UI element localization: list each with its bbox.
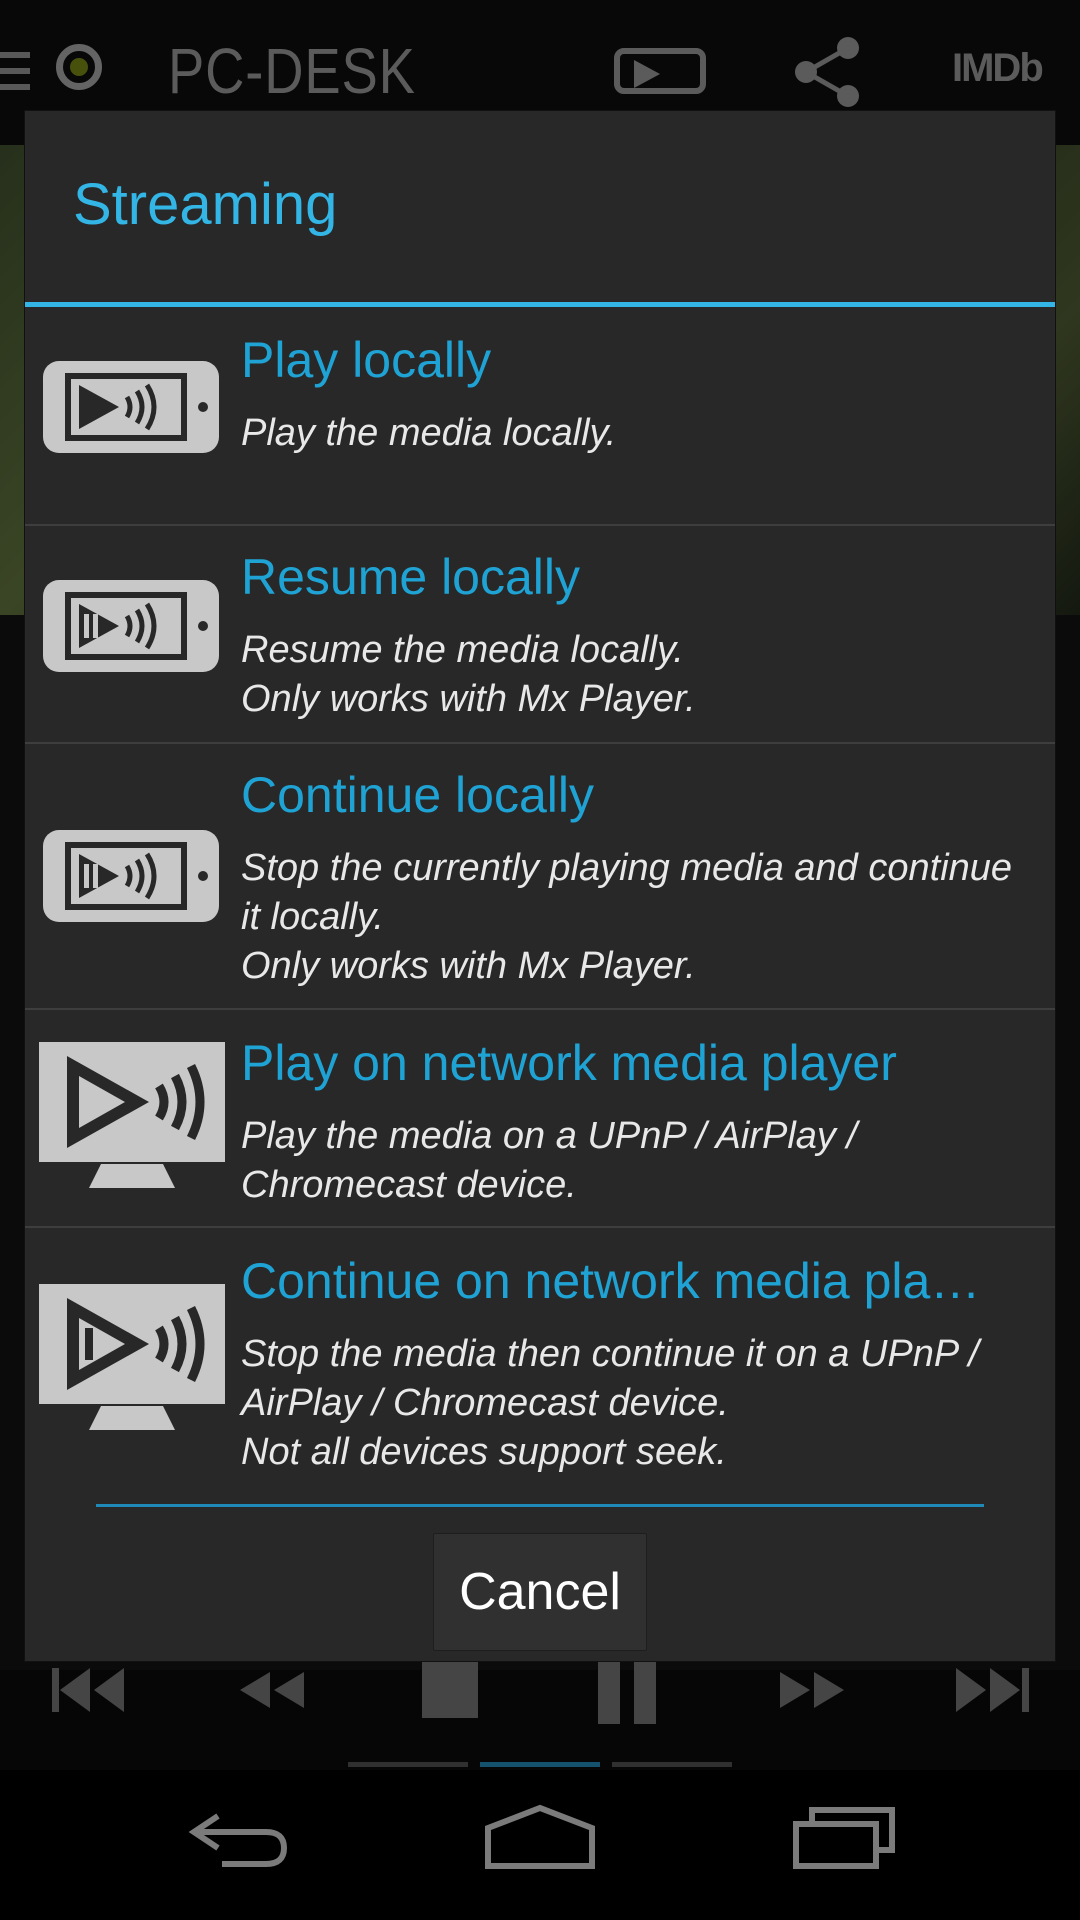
option-resume-locally[interactable]: Resume locally Resume the media locally.… [25,526,1055,744]
cancel-button[interactable]: Cancel [433,1533,647,1651]
option-label: Resume locally [241,549,581,605]
option-continue-locally[interactable]: Continue locally Stop the currently play… [25,744,1055,1010]
option-description: Play the media locally. [241,412,617,454]
tv-continue-icon [39,1284,225,1430]
option-continue-network[interactable]: Continue on network media pla… Stop the … [25,1228,1055,1488]
phone-play-icon [43,361,219,453]
option-description: Play the media on a UPnP / AirPlay / Chr… [241,1115,858,1206]
dialog-title: Streaming [73,172,338,237]
option-description: Stop the media then continue it on a UPn… [241,1333,979,1473]
option-description: Resume the media locally. Only works wit… [241,629,696,720]
option-label: Play locally [241,332,492,388]
phone-continue-icon [43,830,219,922]
streaming-dialog: Streaming Play locally Play the media lo… [25,111,1055,1661]
option-description: Stop the currently playing media and con… [241,847,1013,987]
option-play-locally[interactable]: Play locally Play the media locally. [25,307,1055,526]
cancel-divider [96,1504,984,1507]
option-label: Continue locally [241,767,594,823]
option-label: Play on network media player [241,1035,897,1091]
phone-resume-icon [43,580,219,672]
option-play-network[interactable]: Play on network media player Play the me… [25,1010,1055,1228]
tv-play-icon [39,1042,225,1188]
option-label: Continue on network media pla… [241,1253,981,1309]
